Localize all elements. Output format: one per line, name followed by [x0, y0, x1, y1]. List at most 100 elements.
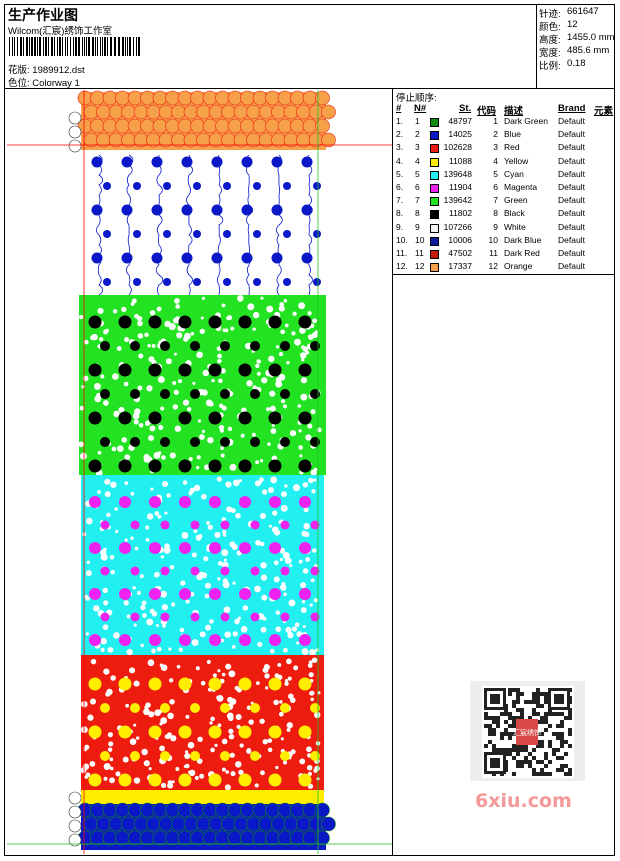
row-needle: 1 — [415, 116, 420, 126]
row-stitches: 11904 — [448, 182, 472, 192]
svg-text:汇宸绣饰: 汇宸绣饰 — [513, 728, 541, 737]
col-head-desc: 描述 — [504, 106, 524, 117]
row-stitches: 11802 — [448, 208, 472, 219]
color-swatch — [430, 184, 439, 193]
row-description: Dark Blue — [504, 234, 542, 245]
row-brand: Default — [558, 221, 585, 232]
row-brand: Default — [558, 182, 585, 192]
header-divider — [4, 88, 615, 89]
company-name: Wilcom(汇宸)绣饰工作室 — [8, 26, 112, 37]
col-head-st: St. — [459, 103, 472, 114]
row-code: 5 — [493, 168, 498, 179]
color-swatch — [430, 210, 439, 220]
embroidery-design-preview — [7, 90, 392, 854]
row-stitches: 10006 — [448, 234, 472, 245]
row-index: 7. — [396, 195, 404, 206]
color-stop-row: 11. 11 47502 11 Dark Red Default — [396, 248, 616, 261]
row-needle: 5 — [415, 168, 420, 179]
row-index: 8. — [396, 208, 404, 219]
row-code: 8 — [493, 208, 498, 219]
row-index: 12. — [396, 261, 408, 272]
design-file-line: 花版: 1989912.dst — [8, 62, 85, 76]
row-code: 4 — [493, 155, 498, 166]
row-description: Blue — [504, 129, 522, 140]
color-swatch — [430, 263, 439, 273]
row-brand: Default — [558, 248, 585, 258]
row-brand: Default — [558, 195, 585, 206]
color-stop-row: 5. 5 139648 5 Cyan Default — [396, 169, 616, 182]
row-index: 10. — [396, 234, 408, 245]
row-description: Red — [504, 142, 520, 153]
row-code: 10 — [488, 234, 498, 245]
row-index: 5. — [396, 168, 404, 179]
stat-label: 比例: — [539, 61, 561, 72]
row-stitches: 11088 — [448, 155, 472, 166]
row-stitches: 17337 — [448, 261, 472, 272]
row-code: 3 — [493, 142, 498, 153]
stat-value: 485.6 mm — [567, 45, 610, 56]
color-stop-row: 8. 8 11802 8 Black Default — [396, 208, 616, 221]
row-description: Yellow — [504, 155, 529, 166]
stat-height: 高度: 1455.0 mm — [539, 32, 615, 46]
row-needle: 7 — [415, 195, 420, 206]
row-needle: 3 — [415, 142, 420, 153]
page-title: 生产作业图 — [8, 7, 78, 23]
row-stitches: 14025 — [448, 129, 472, 140]
color-swatch — [430, 170, 439, 180]
row-index: 3. — [396, 142, 404, 153]
row-needle: 6 — [415, 182, 420, 192]
row-needle: 10 — [415, 234, 425, 245]
row-code: 12 — [488, 261, 498, 272]
row-index: 6. — [396, 182, 404, 192]
color-swatch — [430, 157, 439, 167]
color-swatch — [430, 250, 439, 259]
row-brand: Default — [558, 142, 585, 153]
col-head-code: 代码 — [477, 106, 497, 117]
colorway-line: 色位: Colorway 1 — [8, 75, 80, 89]
barcode — [9, 37, 140, 56]
stat-colors: 颜色: 12 — [539, 19, 578, 33]
stats-divider — [536, 4, 537, 89]
row-brand: Default — [558, 155, 585, 166]
stat-scale: 比例: 0.18 — [539, 58, 586, 72]
design-divider — [392, 88, 393, 856]
row-index: 2. — [396, 129, 404, 140]
row-stitches: 48797 — [448, 116, 472, 126]
site-watermark: 6xiu.com — [475, 790, 572, 812]
row-description: Dark Red — [504, 248, 540, 258]
row-brand: Default — [558, 261, 585, 272]
row-stitches: 139648 — [443, 168, 472, 179]
color-stop-row: 6. 6 11904 6 Magenta Default — [396, 182, 616, 195]
row-description: Cyan — [504, 168, 524, 179]
stat-value: 661647 — [567, 6, 599, 17]
row-description: Orange — [504, 261, 533, 272]
stat-value: 0.18 — [567, 58, 586, 69]
color-stop-row: 9. 9 107266 9 White Default — [396, 222, 616, 235]
colorway-label: 色位: — [8, 78, 30, 89]
row-code: 2 — [493, 129, 498, 140]
row-code: 6 — [493, 182, 498, 192]
col-head-idx: # — [396, 103, 402, 114]
row-index: 11. — [396, 248, 408, 258]
color-stop-row: 1. 1 48797 1 Dark Green Default — [396, 116, 616, 129]
qr-code-image: 汇宸绣饰 — [470, 681, 585, 781]
row-description: White — [504, 221, 526, 232]
row-description: Black — [504, 208, 525, 219]
row-brand: Default — [558, 129, 585, 140]
color-swatch — [430, 236, 439, 246]
row-index: 9. — [396, 221, 404, 232]
color-swatch — [430, 197, 439, 207]
qr-code: 汇宸绣饰 — [482, 686, 574, 778]
color-swatch — [430, 144, 439, 154]
row-needle: 12 — [415, 261, 425, 272]
row-brand: Default — [558, 208, 585, 219]
color-swatch — [430, 118, 439, 127]
stop-sequence-title: 停止顺序: — [396, 93, 437, 104]
row-needle: 4 — [415, 155, 420, 166]
row-needle: 2 — [415, 129, 420, 140]
stat-stitches: 针迹: 661647 — [539, 6, 599, 20]
color-stop-row: 3. 3 102628 3 Red Default — [396, 142, 616, 155]
row-stitches: 47502 — [448, 248, 472, 258]
stat-width: 宽度: 485.6 mm — [539, 45, 609, 59]
row-needle: 8 — [415, 208, 420, 219]
